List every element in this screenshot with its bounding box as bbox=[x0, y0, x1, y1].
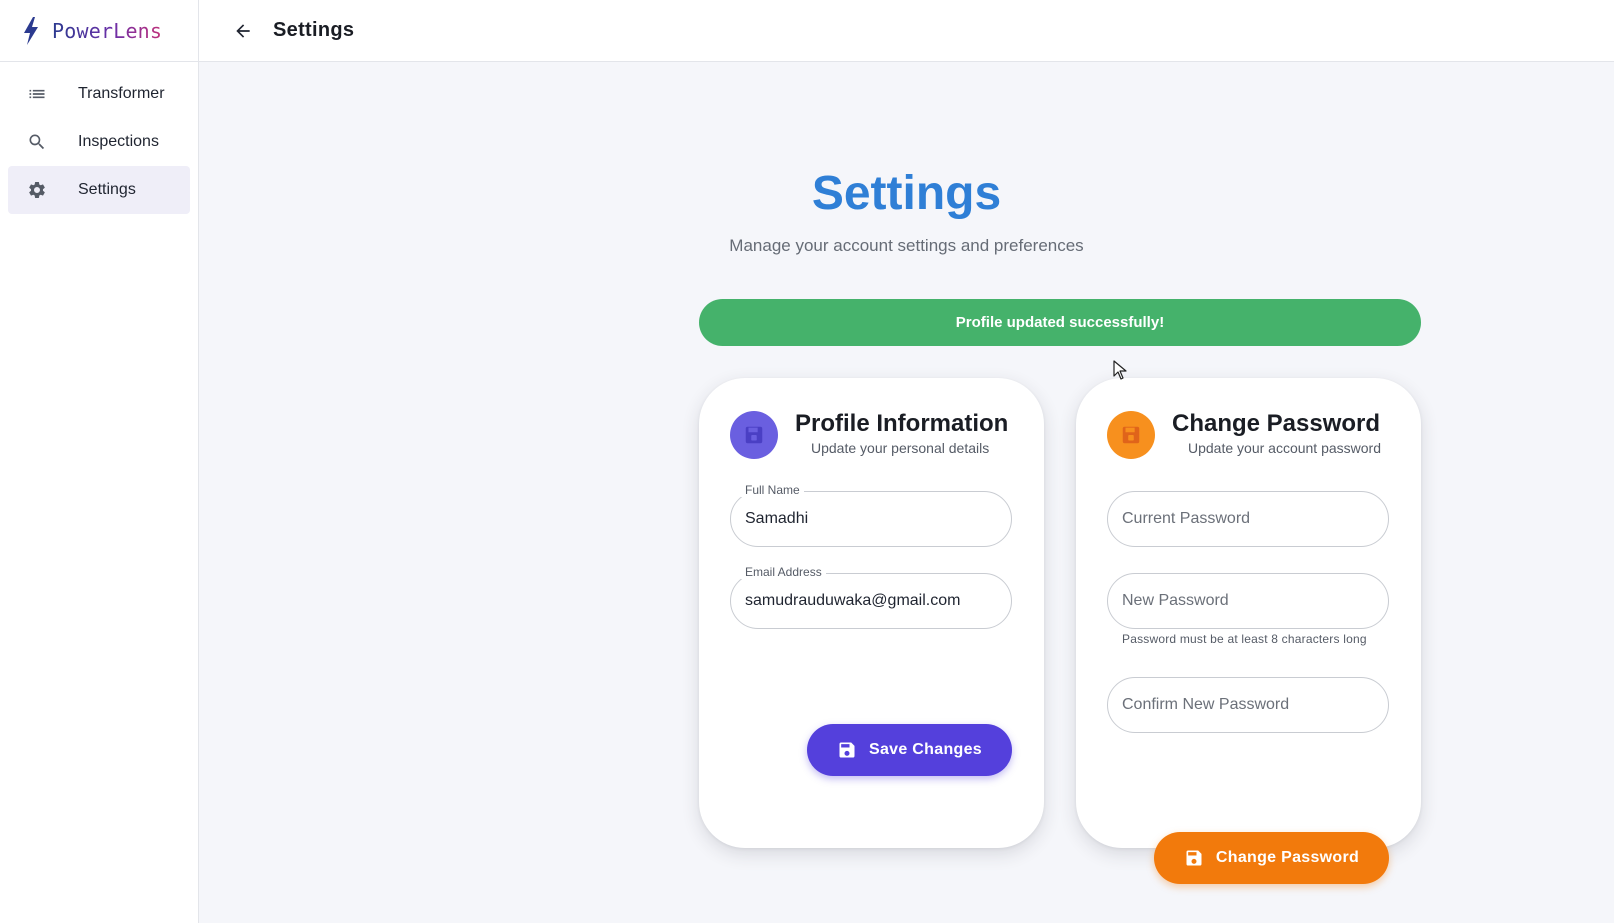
save-icon bbox=[839, 742, 855, 758]
floppy-disk-icon bbox=[730, 411, 778, 459]
full-name-input[interactable] bbox=[745, 510, 1011, 528]
change-password-label: Change Password bbox=[1215, 849, 1360, 866]
profile-card-subtitle: Update your personal details bbox=[811, 440, 990, 456]
sidebar-item-label: Settings bbox=[78, 181, 136, 198]
list-icon bbox=[26, 83, 48, 105]
new-password-helper: Password must be at least 8 characters l… bbox=[1122, 632, 1367, 646]
change-password-button[interactable]: Change Password bbox=[1154, 832, 1389, 884]
email-input[interactable] bbox=[745, 592, 1011, 610]
sidebar: PowerLens Transformer Inspections Settin… bbox=[0, 0, 199, 923]
lightning-bolt-icon bbox=[24, 16, 38, 45]
top-bar-title: Settings bbox=[273, 19, 355, 41]
full-name-label: Full Name bbox=[741, 483, 804, 497]
search-icon bbox=[26, 131, 48, 153]
page-title: Settings bbox=[811, 167, 1002, 220]
new-password-field[interactable] bbox=[1107, 573, 1389, 629]
mouse-cursor-icon bbox=[1113, 360, 1127, 380]
top-bar: Settings bbox=[199, 0, 1614, 62]
profile-card: Profile Information Update your personal… bbox=[699, 378, 1044, 848]
current-password-field[interactable] bbox=[1107, 491, 1389, 547]
sidebar-item-settings[interactable]: Settings bbox=[8, 166, 190, 214]
app-logo[interactable]: PowerLens bbox=[0, 0, 198, 62]
email-field[interactable]: Email Address bbox=[730, 565, 1012, 629]
success-alert: Profile updated successfully! bbox=[699, 299, 1421, 346]
arrow-left-icon bbox=[236, 23, 250, 38]
email-label: Email Address bbox=[741, 565, 826, 579]
gear-icon bbox=[26, 179, 48, 201]
floppy-disk-icon bbox=[1107, 411, 1155, 459]
main-content: Settings Manage your account settings an… bbox=[199, 62, 1614, 923]
full-name-field[interactable]: Full Name bbox=[730, 483, 1012, 547]
password-card: Change Password Update your account pass… bbox=[1076, 378, 1421, 884]
save-changes-label: Save Changes bbox=[869, 741, 982, 758]
current-password-input[interactable] bbox=[1122, 510, 1388, 528]
app-name: PowerLens bbox=[52, 18, 163, 43]
sidebar-nav: Transformer Inspections Settings bbox=[0, 62, 198, 214]
profile-card-title: Profile Information bbox=[795, 410, 1009, 437]
sidebar-item-transformer[interactable]: Transformer bbox=[8, 70, 190, 118]
confirm-password-field[interactable] bbox=[1107, 677, 1389, 733]
confirm-password-input[interactable] bbox=[1122, 696, 1388, 714]
password-card-title: Change Password bbox=[1172, 410, 1381, 437]
back-button[interactable] bbox=[229, 17, 257, 45]
page-subtitle: Manage your account settings and prefere… bbox=[729, 236, 1084, 255]
sidebar-item-inspections[interactable]: Inspections bbox=[8, 118, 190, 166]
save-changes-button[interactable]: Save Changes bbox=[807, 724, 1012, 776]
password-card-subtitle: Update your account password bbox=[1188, 440, 1381, 456]
save-icon bbox=[1186, 850, 1202, 866]
sidebar-item-label: Inspections bbox=[78, 133, 159, 150]
sidebar-item-label: Transformer bbox=[78, 85, 165, 102]
new-password-input[interactable] bbox=[1122, 592, 1388, 610]
